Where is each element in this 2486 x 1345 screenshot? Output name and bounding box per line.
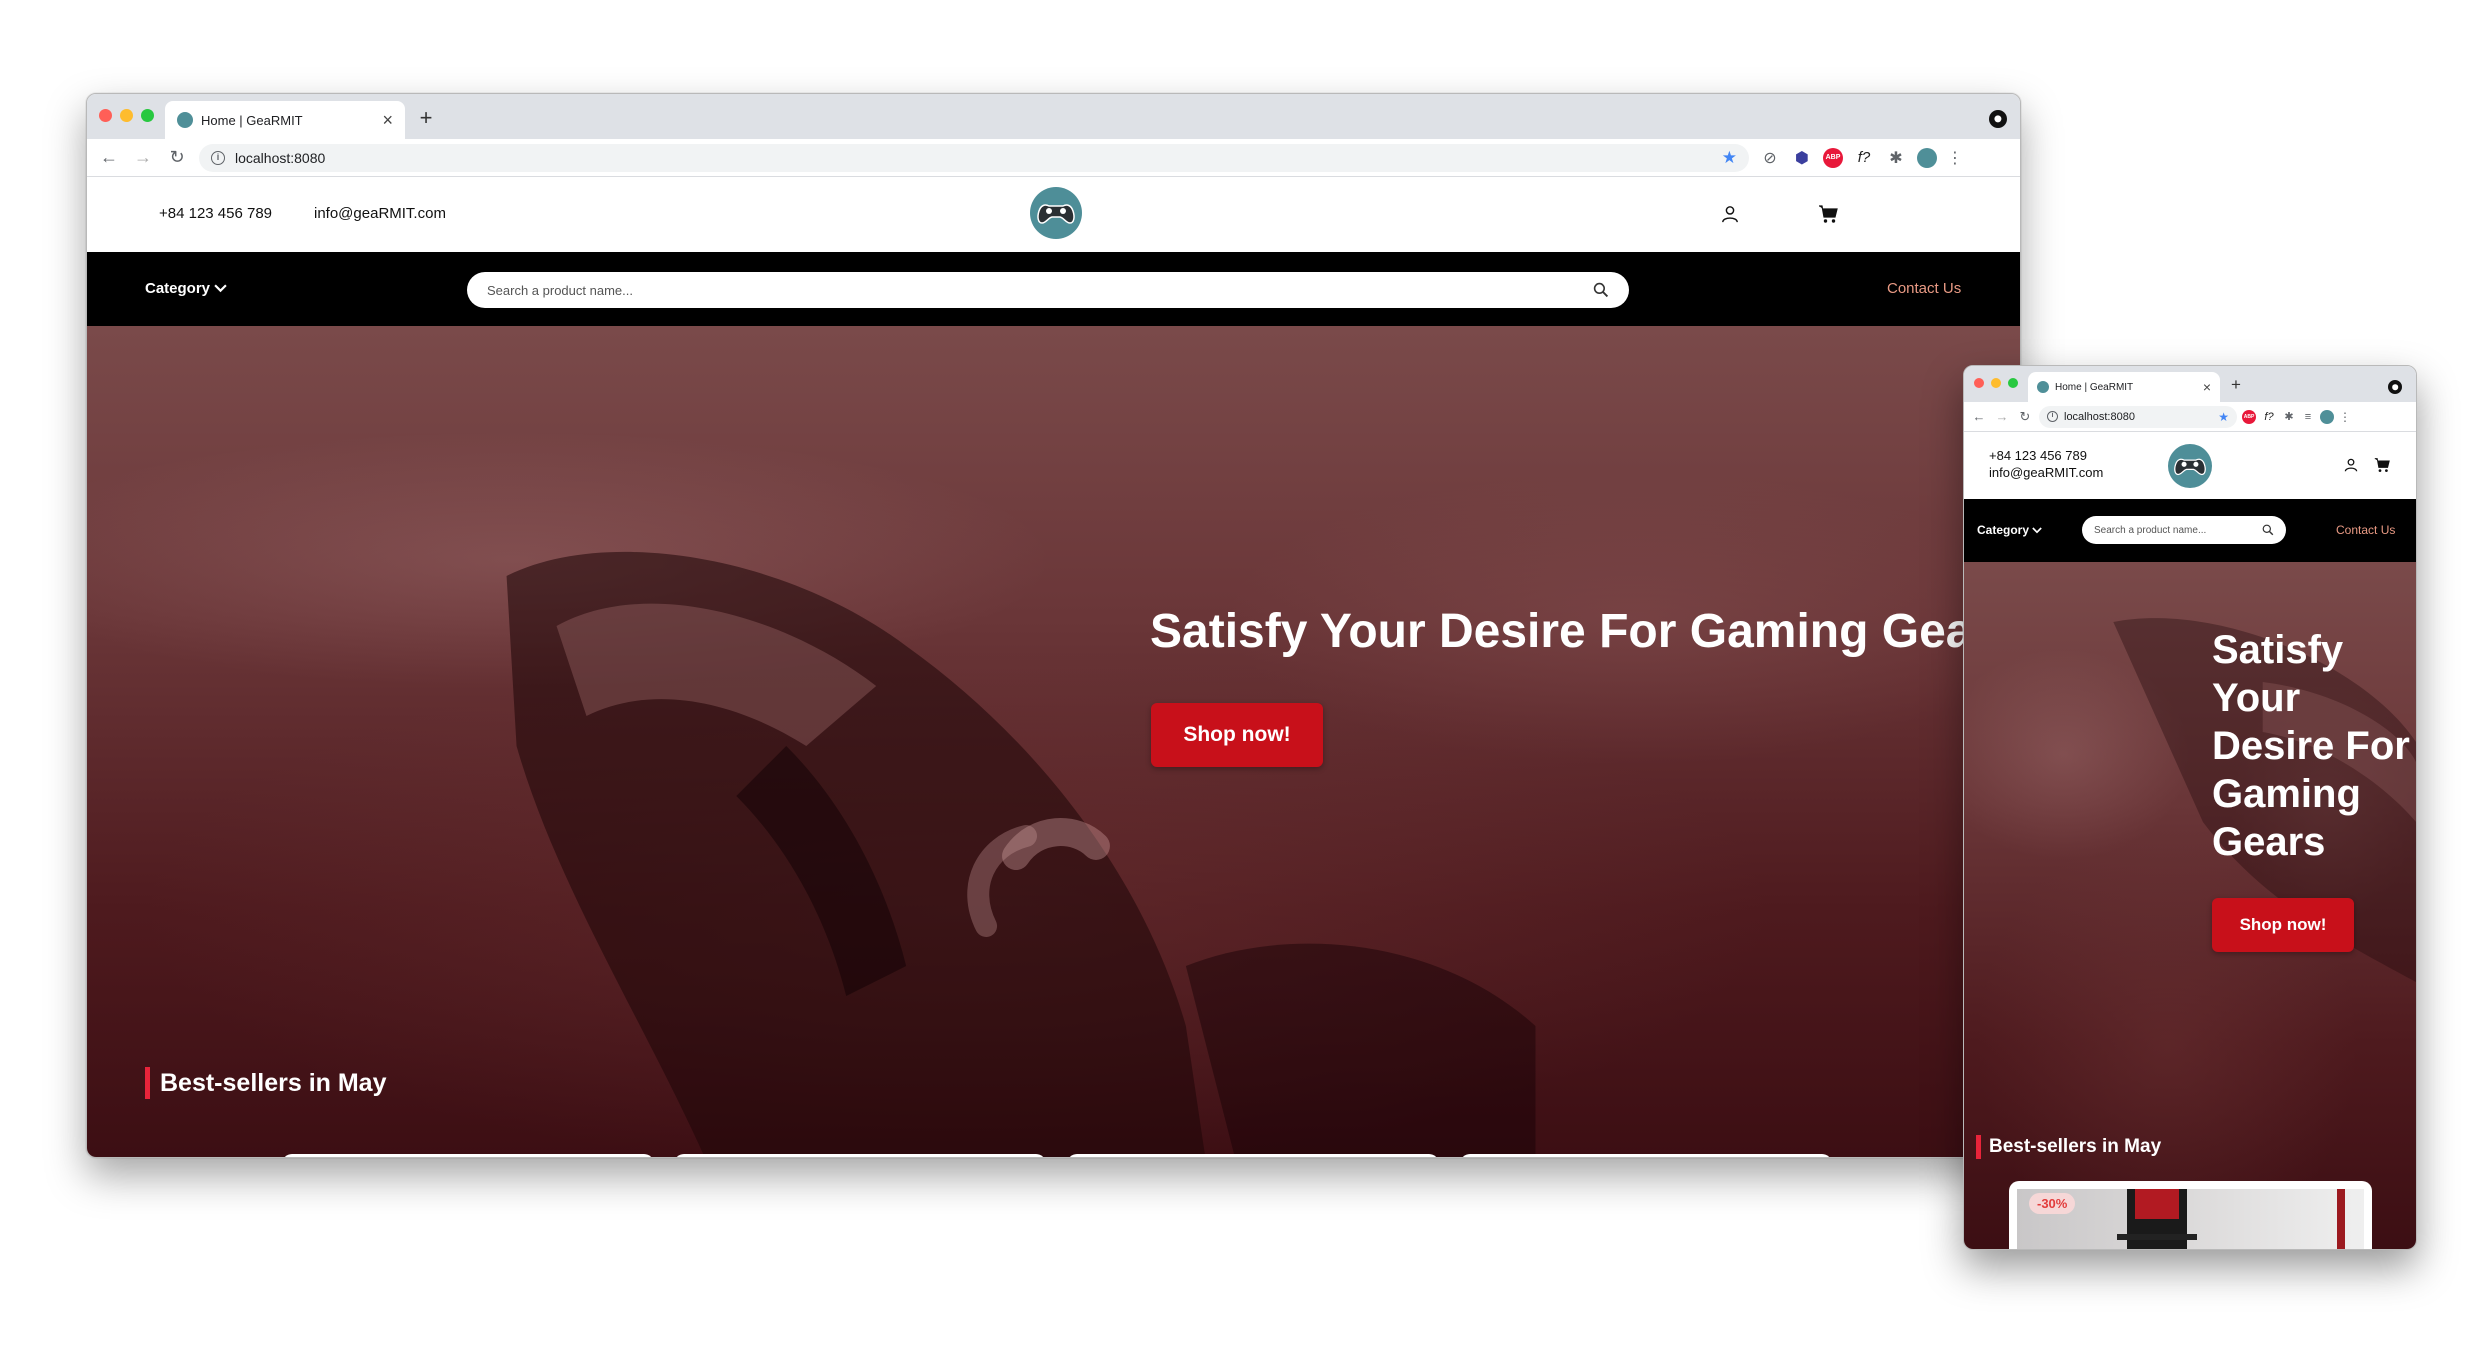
browser-tab-home[interactable]: Home | GeaRMIT × (2028, 372, 2220, 402)
site-navbar: Category Contact Us (87, 252, 2020, 326)
hero-banner: Satisfy Your Desire For Gaming Gears Sho… (87, 326, 2020, 1157)
category-label: Category (145, 280, 211, 297)
product-card[interactable]: -30% (2009, 1181, 2372, 1249)
tab-search-icon[interactable] (2388, 380, 2402, 394)
profile-avatar-icon[interactable] (1917, 147, 1937, 168)
reading-list-icon[interactable]: ≡ (2301, 411, 2315, 423)
close-window-button[interactable] (99, 109, 112, 122)
tab-strip: Home | GeaRMIT × + (1964, 366, 2416, 402)
bestsellers-heading: Best-sellers in May (145, 1067, 387, 1099)
bookmark-star-icon[interactable]: ★ (2218, 410, 2229, 424)
address-bar[interactable]: i localhost:8080 ★ (199, 143, 1749, 172)
discount-badge: -30% (2029, 1193, 2076, 1214)
header-email[interactable]: info@geaRMIT.com (1989, 465, 2103, 480)
site-logo[interactable] (2168, 444, 2212, 488)
site-info-icon[interactable]: i (211, 150, 225, 165)
extension-block-icon[interactable]: ⊘ (1759, 148, 1781, 168)
tab-search-icon[interactable] (1989, 110, 2007, 128)
product-card[interactable] (282, 1154, 654, 1157)
search-input[interactable] (487, 282, 1593, 298)
site-header: +84 123 456 789 info@geaRMIT.com (87, 177, 2020, 252)
gaming-mouse-background-image (506, 551, 1536, 1157)
browser-menu-icon[interactable]: ⋮ (2339, 410, 2351, 424)
tab-title: Home | GeaRMIT (2055, 381, 2134, 393)
header-phone: +84 123 456 789 (159, 205, 273, 222)
minimize-window-button[interactable] (1991, 378, 2001, 388)
product-card[interactable] (1460, 1154, 1832, 1157)
chevron-down-icon (214, 284, 227, 293)
browser-toolbar: ← → ↻ i localhost:8080 ★ ⊘ ⬢ ABP f? ✱ ⋮ (87, 139, 2020, 177)
chevron-down-icon (2032, 526, 2042, 533)
reload-icon[interactable]: ↻ (2016, 409, 2034, 425)
user-account-icon[interactable] (1721, 205, 1739, 223)
bookmark-star-icon[interactable]: ★ (1722, 148, 1737, 168)
back-arrow-icon[interactable]: ← (1970, 409, 1988, 424)
site-favicon-icon (2037, 381, 2049, 393)
browser-menu-icon[interactable]: ⋮ (1947, 148, 1963, 168)
back-arrow-icon[interactable]: ← (97, 147, 121, 168)
maximize-window-button[interactable] (2008, 378, 2018, 388)
gamepad-logo-icon (2174, 458, 2206, 476)
new-tab-button[interactable]: + (413, 106, 439, 132)
gamepad-logo-icon (1037, 204, 1075, 224)
tab-title: Home | GeaRMIT (201, 112, 303, 128)
reload-icon[interactable]: ↻ (165, 147, 189, 168)
window-controls (1974, 378, 2018, 388)
adblock-extension-icon[interactable]: ABP (2242, 409, 2256, 424)
url-text: localhost:8080 (235, 149, 326, 166)
site-logo[interactable] (1030, 187, 1082, 239)
forward-arrow-icon[interactable]: → (131, 147, 155, 168)
category-dropdown[interactable]: Category (1977, 523, 2042, 537)
site-favicon-icon (177, 112, 193, 128)
tab-strip: Home | GeaRMIT × + (87, 94, 2020, 139)
site-navbar: Category Contact Us (1964, 499, 2416, 562)
tab-close-icon[interactable]: × (382, 110, 393, 131)
new-tab-button[interactable]: + (2226, 375, 2246, 395)
search-input[interactable] (2094, 524, 2262, 536)
contact-us-link[interactable]: Contact Us (2336, 523, 2395, 537)
hero-title: Satisfy Your Desire For Gaming Gears (2212, 628, 2410, 864)
window-controls (99, 109, 154, 122)
formula-extension-icon[interactable]: f? (1853, 149, 1875, 166)
product-search-bar[interactable] (2082, 516, 2286, 544)
site-header: +84 123 456 789 info@geaRMIT.com (1964, 432, 2416, 499)
header-phone: +84 123 456 789 (1989, 448, 2087, 463)
shop-now-button[interactable]: Shop now! (2212, 898, 2354, 952)
shopping-cart-icon[interactable] (2374, 457, 2390, 473)
extension-shield-icon[interactable]: ⬢ (1791, 148, 1813, 168)
category-label: Category (1977, 523, 2030, 537)
user-account-icon[interactable] (2344, 458, 2358, 472)
extensions-puzzle-icon[interactable]: ✱ (2282, 410, 2296, 423)
product-card[interactable] (674, 1154, 1046, 1157)
bestsellers-heading: Best-sellers in May (1976, 1135, 2161, 1159)
site-info-icon[interactable]: i (2047, 411, 2058, 422)
address-bar[interactable]: i localhost:8080 ★ (2039, 405, 2237, 428)
profile-avatar-icon[interactable] (2320, 409, 2334, 424)
search-icon[interactable] (1593, 282, 1609, 298)
formula-extension-icon[interactable]: f? (2261, 411, 2277, 423)
hero-title: Satisfy Your Desire For Gaming Gears (1150, 605, 2018, 658)
search-icon[interactable] (2262, 524, 2274, 536)
extensions-puzzle-icon[interactable]: ✱ (1885, 148, 1907, 168)
close-window-button[interactable] (1974, 378, 1984, 388)
forward-arrow-icon[interactable]: → (1993, 409, 2011, 424)
maximize-window-button[interactable] (141, 109, 154, 122)
desktop-browser-window: Home | GeaRMIT × + ← → ↻ i localhost:808… (86, 93, 2021, 1158)
mobile-browser-window: Home | GeaRMIT × + ← → ↻ i localhost:808… (1963, 365, 2417, 1250)
shop-now-button[interactable]: Shop now! (1151, 703, 1323, 767)
shopping-cart-icon[interactable] (1818, 204, 1838, 224)
product-card[interactable] (1067, 1154, 1439, 1157)
browser-tab-home[interactable]: Home | GeaRMIT × (165, 101, 405, 139)
hero-banner: Satisfy Your Desire For Gaming Gears Sho… (1964, 562, 2416, 1249)
adblock-extension-icon[interactable]: ABP (1823, 147, 1843, 168)
header-email[interactable]: info@geaRMIT.com (314, 205, 446, 222)
browser-toolbar: ← → ↻ i localhost:8080 ★ ABP f? ✱ ≡ ⋮ (1964, 402, 2416, 432)
contact-us-link[interactable]: Contact Us (1887, 280, 1961, 297)
url-text: localhost:8080 (2064, 410, 2135, 423)
tab-close-icon[interactable]: × (2203, 379, 2211, 395)
minimize-window-button[interactable] (120, 109, 133, 122)
category-dropdown[interactable]: Category (145, 280, 227, 297)
product-search-bar[interactable] (467, 272, 1629, 308)
